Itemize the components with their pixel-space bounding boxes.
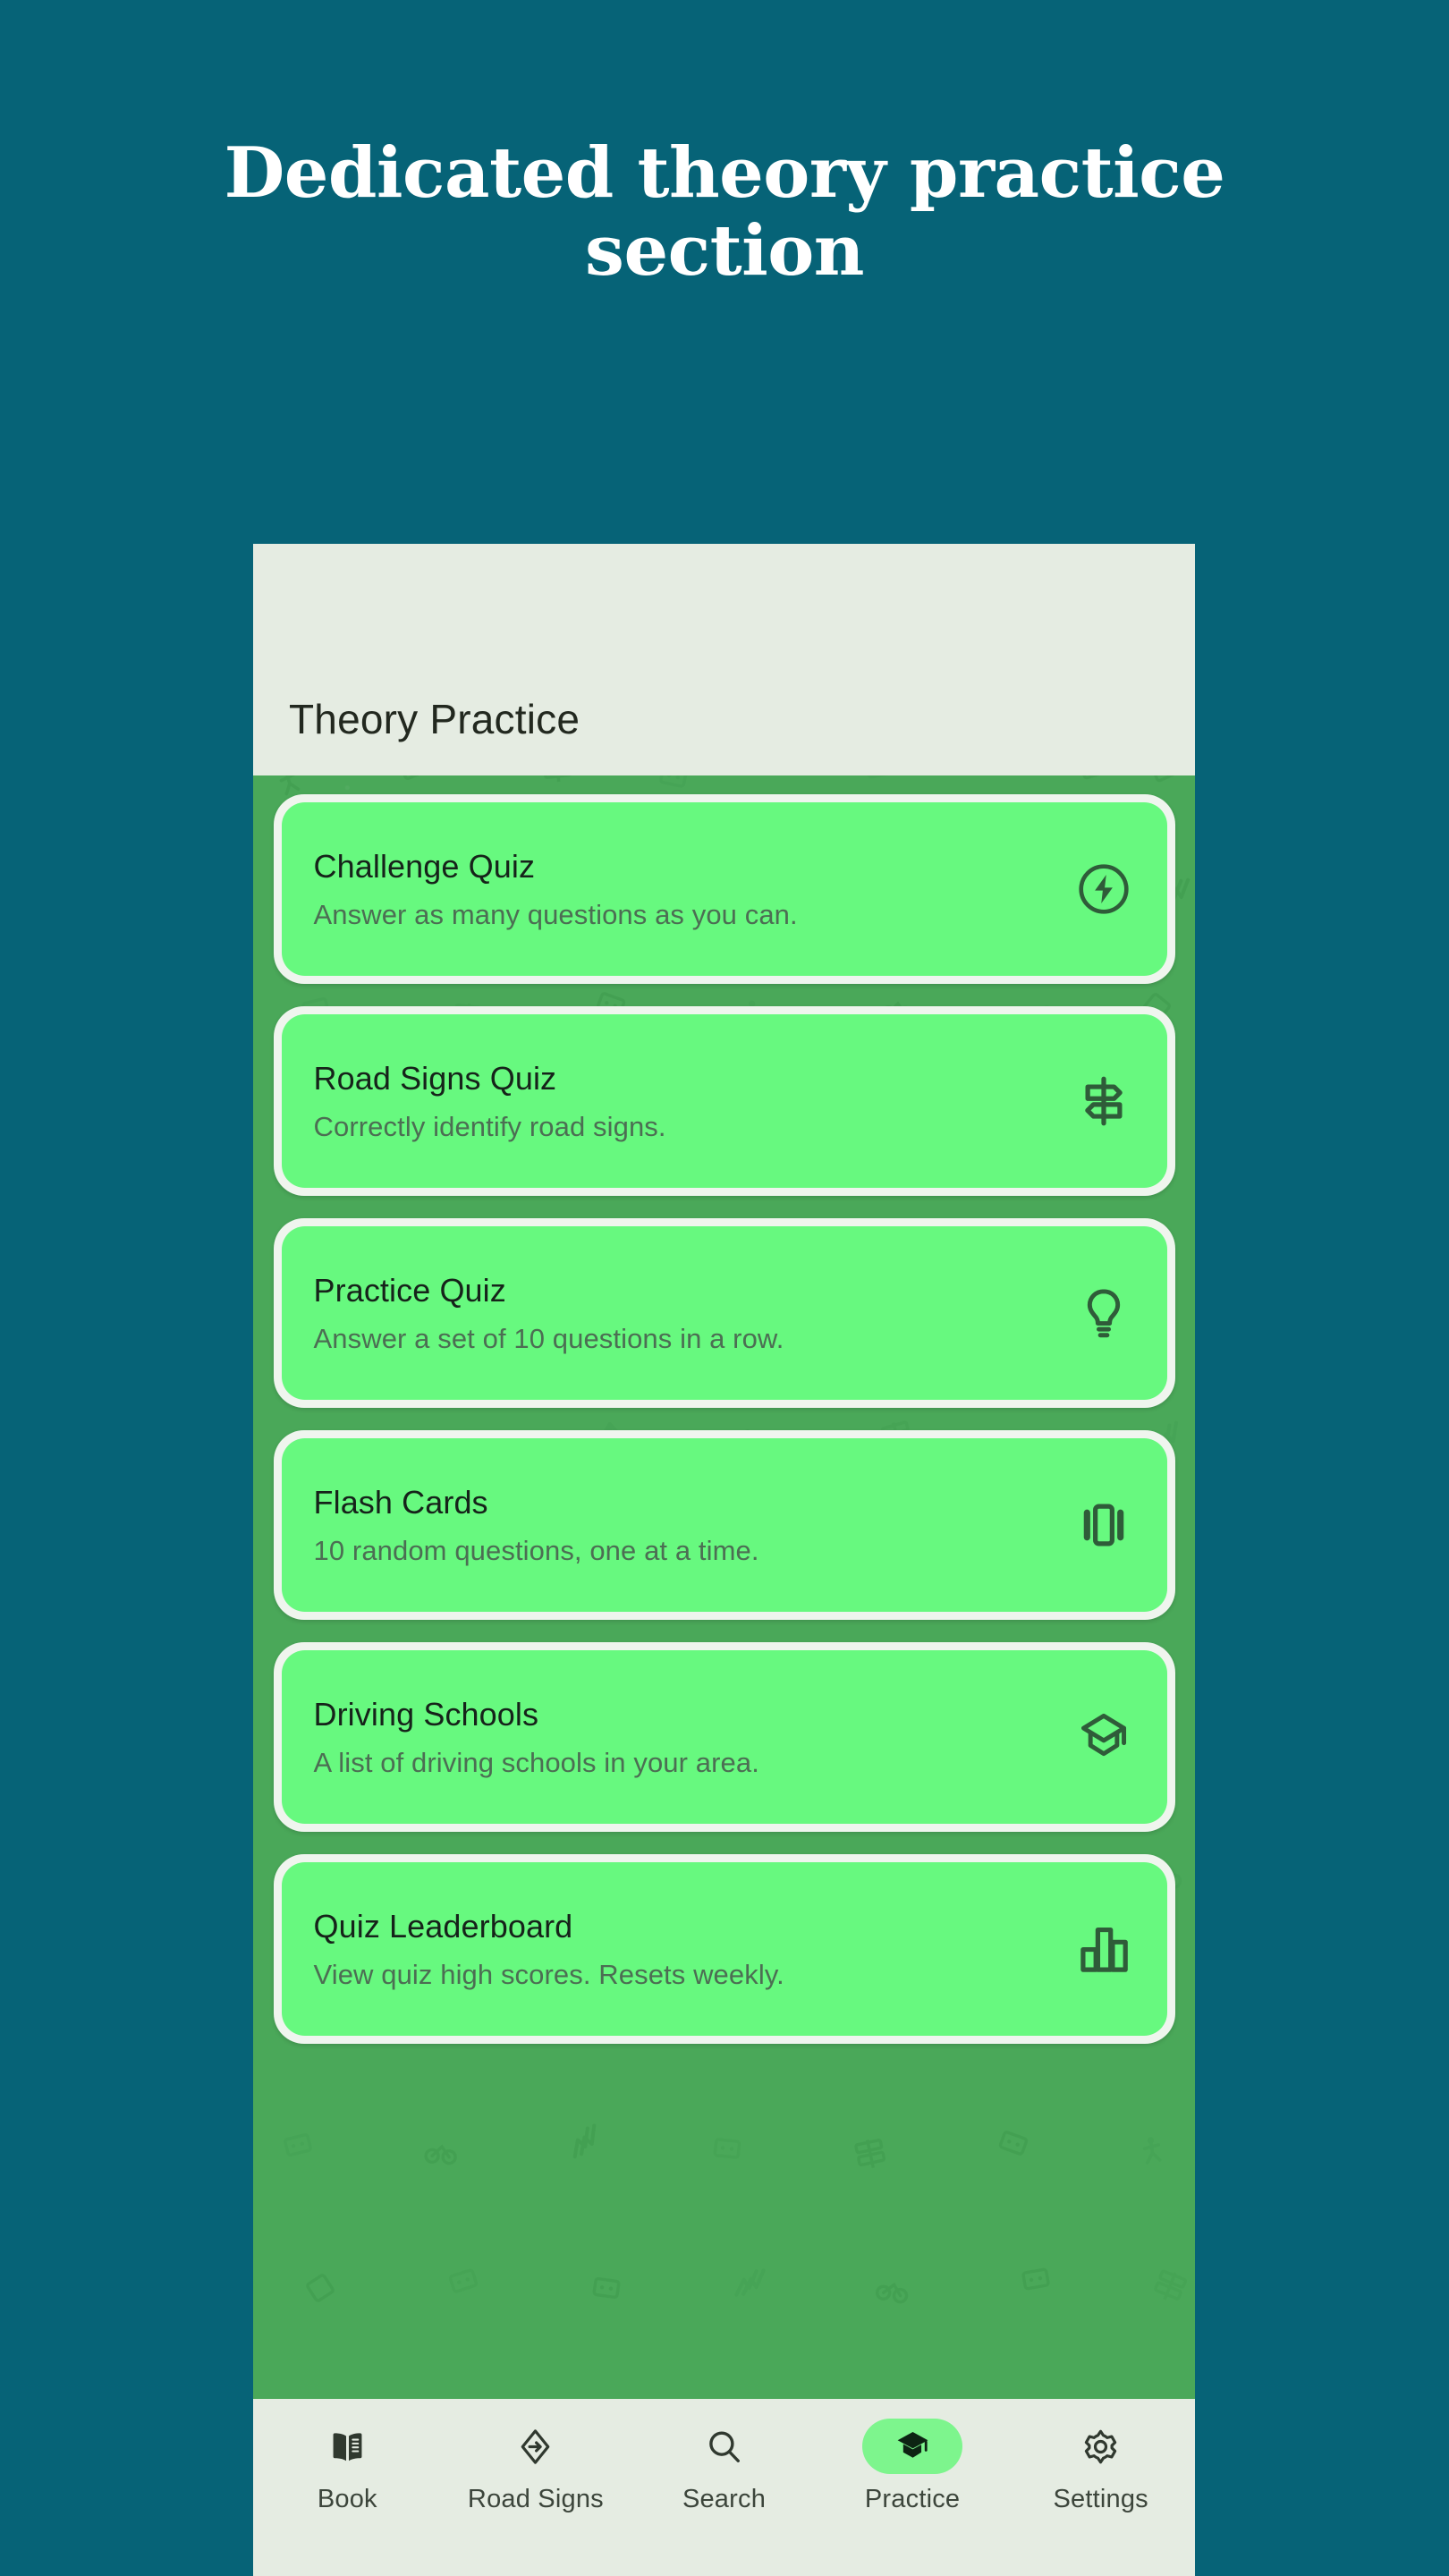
card-title: Practice Quiz: [313, 1271, 506, 1309]
nav-pill-active: [862, 2419, 963, 2474]
card-title: Flash Cards: [313, 1483, 488, 1521]
nav-label: Book: [317, 2485, 377, 2513]
challenge-quiz-card[interactable]: Challenge Quiz Answer as many questions …: [281, 802, 1167, 976]
card-text: Driving Schools A list of driving school…: [314, 1696, 759, 1779]
signpost-icon: [1074, 1072, 1133, 1131]
app-bar: Theory Practice: [253, 544, 1195, 775]
practice-options-list: Challenge Quiz Answer as many questions …: [253, 775, 1195, 2066]
nav-item-practice[interactable]: Practice: [832, 2419, 993, 2514]
card-title: Challenge Quiz: [313, 847, 536, 885]
card-text: Flash Cards 10 random questions, one at …: [314, 1484, 759, 1567]
nav-pill: [297, 2419, 397, 2474]
app-screenshot-panel: Theory Practice Challenge Quiz Answer as…: [253, 544, 1195, 2576]
road-signs-quiz-card[interactable]: Road Signs Quiz Correctly identify road …: [281, 1014, 1167, 1188]
road-sign-diamond-icon: [521, 2428, 550, 2464]
nav-label: Road Signs: [467, 2485, 604, 2513]
card-text: Challenge Quiz Answer as many questions …: [314, 848, 798, 931]
card-subtitle: Correctly identify road signs.: [313, 1110, 666, 1142]
list-item[interactable]: Quiz Leaderboard View quiz high scores. …: [273, 1854, 1175, 2044]
nav-item-search[interactable]: Search: [643, 2419, 804, 2514]
nav-item-book[interactable]: Book: [267, 2419, 428, 2514]
nav-pill: [1051, 2419, 1151, 2474]
page-title: Theory Practice: [289, 696, 580, 742]
card-title: Driving Schools: [313, 1695, 539, 1733]
driving-schools-card[interactable]: Driving Schools A list of driving school…: [281, 1650, 1167, 1824]
quiz-leaderboard-card[interactable]: Quiz Leaderboard View quiz high scores. …: [281, 1862, 1167, 2036]
nav-item-settings[interactable]: Settings: [1021, 2419, 1182, 2514]
list-item[interactable]: Road Signs Quiz Correctly identify road …: [273, 1006, 1175, 1196]
list-item[interactable]: Challenge Quiz Answer as many questions …: [273, 794, 1175, 984]
nav-item-road-signs[interactable]: Road Signs: [455, 2419, 616, 2514]
graduation-cap-icon: [897, 2431, 928, 2458]
nav-label: Search: [682, 2485, 767, 2513]
flash-cards-card[interactable]: Flash Cards 10 random questions, one at …: [281, 1438, 1167, 1612]
card-text: Road Signs Quiz Correctly identify road …: [314, 1060, 666, 1143]
list-item[interactable]: Driving Schools A list of driving school…: [273, 1642, 1175, 1832]
card-title: Road Signs Quiz: [313, 1059, 557, 1097]
practice-quiz-card[interactable]: Practice Quiz Answer a set of 10 questio…: [281, 1226, 1167, 1400]
nav-label: Settings: [1053, 2485, 1148, 2513]
list-item[interactable]: Flash Cards 10 random questions, one at …: [273, 1430, 1175, 1620]
list-item[interactable]: Practice Quiz Answer a set of 10 questio…: [273, 1218, 1175, 1408]
nav-label: Practice: [864, 2485, 961, 2513]
gear-icon: [1084, 2429, 1117, 2463]
card-subtitle: View quiz high scores. Resets weekly.: [313, 1958, 784, 1990]
card-subtitle: 10 random questions, one at a time.: [313, 1534, 759, 1566]
lightbulb-icon: [1074, 1284, 1133, 1343]
lightning-bolt-circle-icon: [1074, 860, 1133, 919]
card-subtitle: Answer as many questions as you can.: [313, 898, 798, 930]
bar-chart-icon: [1074, 1919, 1133, 1979]
open-book-icon: [333, 2432, 362, 2461]
card-subtitle: A list of driving schools in your area.: [313, 1746, 759, 1778]
card-text: Practice Quiz Answer a set of 10 questio…: [314, 1272, 784, 1355]
search-icon: [709, 2430, 740, 2462]
card-title: Quiz Leaderboard: [313, 1907, 573, 1945]
bottom-navigation-bar: Book Road Signs Search Practice Settings: [253, 2399, 1195, 2576]
card-subtitle: Answer a set of 10 questions in a row.: [313, 1322, 784, 1354]
card-text: Quiz Leaderboard View quiz high scores. …: [314, 1908, 784, 1991]
graduation-cap-icon: [1074, 1707, 1133, 1767]
nav-pill: [674, 2419, 774, 2474]
nav-pill: [486, 2419, 586, 2474]
card-carousel-icon: [1074, 1496, 1133, 1555]
page-headline: Dedicated theory practice section: [224, 132, 1225, 292]
